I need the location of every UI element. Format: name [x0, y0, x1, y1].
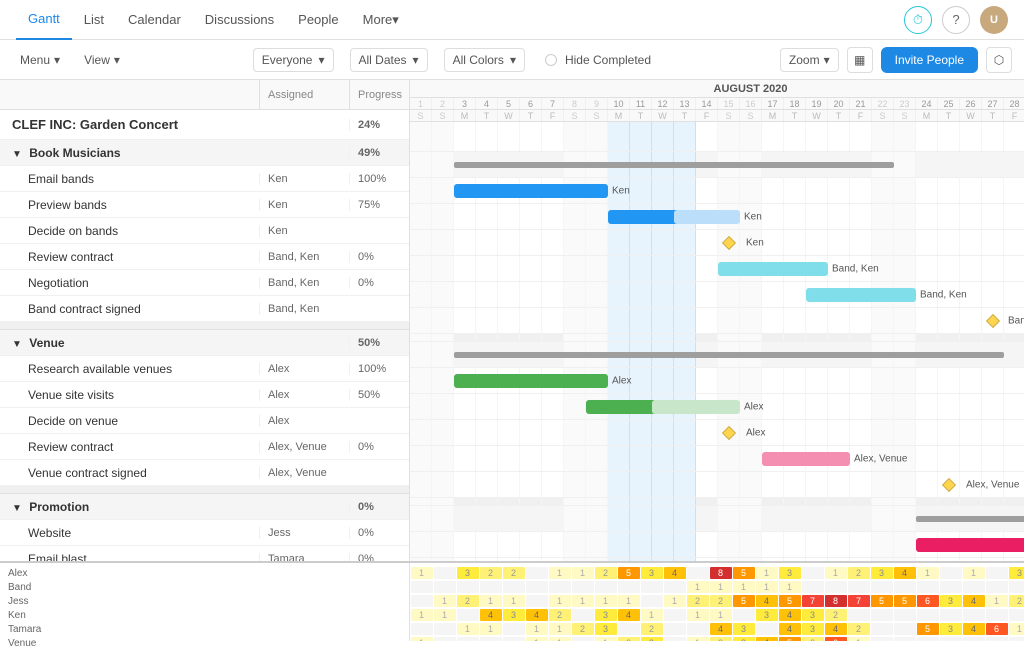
- zoom-button[interactable]: Zoom ▾: [780, 48, 839, 72]
- nav-calendar[interactable]: Calendar: [116, 0, 193, 40]
- group-spacer-2: [0, 486, 409, 494]
- task-venue-visits-assigned: Alex: [259, 389, 349, 401]
- group-promotion-progress: 0%: [349, 501, 409, 513]
- group-promotion[interactable]: ▼ Promotion 0%: [0, 494, 409, 520]
- task-research-venues-name: Research available venues: [0, 362, 259, 376]
- task-band-contract-name: Band contract signed: [0, 302, 259, 316]
- task-review-contract-2-name: Review contract: [0, 440, 259, 454]
- project-row[interactable]: CLEF INC: Garden Concert 24%: [0, 110, 409, 140]
- task-preview-bands-progress: 75%: [349, 199, 409, 211]
- history-icon[interactable]: ⏱: [904, 6, 932, 34]
- view-button[interactable]: View ▾: [76, 49, 128, 71]
- view-toggle-icon[interactable]: ▦: [847, 47, 873, 73]
- task-negotiation-assigned: Band, Ken: [259, 277, 349, 289]
- task-decide-venue-assigned: Alex: [259, 415, 349, 427]
- task-review-contract-1-assigned: Band, Ken: [259, 251, 349, 263]
- group-spacer-1: [0, 322, 409, 330]
- task-decide-bands-assigned: Ken: [259, 225, 349, 237]
- task-review-contract-2-assigned: Alex, Venue: [259, 441, 349, 453]
- task-venue-contract-name: Venue contract signed: [0, 466, 259, 480]
- task-email-bands-assigned: Ken: [259, 173, 349, 185]
- task-name-header: [0, 80, 259, 109]
- task-decide-venue[interactable]: Decide on venue Alex: [0, 408, 409, 434]
- task-email-blast-assigned: Tamara: [259, 553, 349, 562]
- task-website[interactable]: Website Jess 0%: [0, 520, 409, 546]
- hide-completed-toggle[interactable]: Hide Completed: [537, 49, 659, 71]
- assigned-header: Assigned: [259, 80, 349, 109]
- help-icon[interactable]: ?: [942, 6, 970, 34]
- task-email-bands[interactable]: Email bands Ken 100%: [0, 166, 409, 192]
- gantt-panel[interactable]: AUGUST 2020SEPTEMBER12345678910111213141…: [410, 80, 1024, 561]
- nav-right-actions: ⏱ ? U: [904, 6, 1008, 34]
- user-avatar[interactable]: U: [980, 6, 1008, 34]
- task-email-blast-progress: 0%: [349, 553, 409, 562]
- task-decide-bands[interactable]: Decide on bands Ken: [0, 218, 409, 244]
- task-negotiation-progress: 0%: [349, 277, 409, 289]
- task-email-bands-progress: 100%: [349, 173, 409, 185]
- task-research-venues[interactable]: Research available venues Alex 100%: [0, 356, 409, 382]
- top-navigation: Gantt List Calendar Discussions People M…: [0, 0, 1024, 40]
- project-progress: 24%: [349, 119, 409, 131]
- task-website-assigned: Jess: [259, 527, 349, 539]
- task-preview-bands[interactable]: Preview bands Ken 75%: [0, 192, 409, 218]
- task-negotiation[interactable]: Negotiation Band, Ken 0%: [0, 270, 409, 296]
- nav-gantt[interactable]: Gantt: [16, 0, 72, 40]
- group-venue-progress: 50%: [349, 337, 409, 349]
- task-review-contract-1-name: Review contract: [0, 250, 259, 264]
- group-venue[interactable]: ▼ Venue 50%: [0, 330, 409, 356]
- toolbar: Menu ▾ View ▾ Everyone ▾ All Dates ▾ All…: [0, 40, 1024, 80]
- group-book-musicians-progress: 49%: [349, 147, 409, 159]
- group-venue-name: ▼ Venue: [0, 336, 259, 350]
- task-email-bands-name: Email bands: [0, 172, 259, 186]
- main-content: Assigned Progress CLEF INC: Garden Conce…: [0, 80, 1024, 561]
- task-decide-bands-name: Decide on bands: [0, 224, 259, 238]
- nav-discussions[interactable]: Discussions: [193, 0, 286, 40]
- task-website-progress: 0%: [349, 527, 409, 539]
- group-book-musicians[interactable]: ▼ Book Musicians 49%: [0, 140, 409, 166]
- task-research-venues-assigned: Alex: [259, 363, 349, 375]
- task-venue-contract[interactable]: Venue contract signed Alex, Venue: [0, 460, 409, 486]
- menu-button[interactable]: Menu ▾: [12, 49, 68, 71]
- task-venue-contract-assigned: Alex, Venue: [259, 467, 349, 479]
- group-promotion-name: ▼ Promotion: [0, 500, 259, 514]
- task-preview-bands-name: Preview bands: [0, 198, 259, 212]
- colors-filter[interactable]: All Colors ▾: [444, 48, 525, 72]
- dates-filter[interactable]: All Dates ▾: [350, 48, 428, 72]
- bottom-heatmap: AlexBandJessKenTamaraVenue 1322112534851…: [0, 561, 1024, 641]
- nav-people[interactable]: People: [286, 0, 350, 40]
- task-venue-visits[interactable]: Venue site visits Alex 50%: [0, 382, 409, 408]
- heatmap-labels: AlexBandJessKenTamaraVenue: [0, 563, 410, 641]
- task-decide-venue-name: Decide on venue: [0, 414, 259, 428]
- task-venue-visits-name: Venue site visits: [0, 388, 259, 402]
- task-review-contract-1[interactable]: Review contract Band, Ken 0%: [0, 244, 409, 270]
- task-review-contract-2-progress: 0%: [349, 441, 409, 453]
- task-website-name: Website: [0, 526, 259, 540]
- nav-more[interactable]: More ▾: [351, 0, 411, 40]
- invite-people-button[interactable]: Invite People: [881, 47, 978, 73]
- task-review-contract-1-progress: 0%: [349, 251, 409, 263]
- heatmap-cells: 1322112534851312341134112111111211111112…: [410, 563, 1024, 641]
- task-band-contract-assigned: Band, Ken: [259, 303, 349, 315]
- task-email-blast-name: Email blast: [0, 552, 259, 562]
- task-preview-bands-assigned: Ken: [259, 199, 349, 211]
- task-list-panel: Assigned Progress CLEF INC: Garden Conce…: [0, 80, 410, 561]
- task-venue-visits-progress: 50%: [349, 389, 409, 401]
- task-negotiation-name: Negotiation: [0, 276, 259, 290]
- progress-header: Progress: [349, 80, 409, 109]
- everyone-filter[interactable]: Everyone ▾: [253, 48, 334, 72]
- task-email-blast[interactable]: Email blast Tamara 0%: [0, 546, 409, 561]
- task-list-header: Assigned Progress: [0, 80, 409, 110]
- task-review-contract-2[interactable]: Review contract Alex, Venue 0%: [0, 434, 409, 460]
- project-name: CLEF INC: Garden Concert: [0, 117, 259, 132]
- task-research-venues-progress: 100%: [349, 363, 409, 375]
- task-band-contract[interactable]: Band contract signed Band, Ken: [0, 296, 409, 322]
- group-book-musicians-name: ▼ Book Musicians: [0, 146, 259, 160]
- export-icon[interactable]: ⬡: [986, 47, 1012, 73]
- task-list-body: CLEF INC: Garden Concert 24% ▼ Book Musi…: [0, 110, 409, 561]
- nav-list[interactable]: List: [72, 0, 116, 40]
